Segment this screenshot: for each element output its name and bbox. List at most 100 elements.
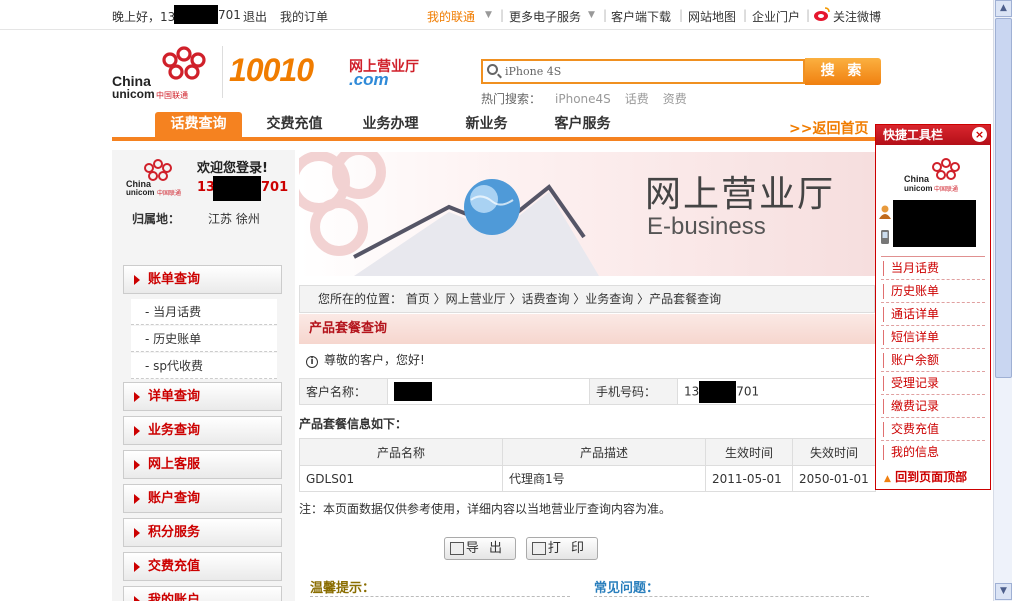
more-services-link[interactable]: 更多电子服务 — [509, 8, 581, 25]
quick-toolbar-header: 快捷工具栏 × — [876, 125, 990, 145]
customer-greeting: i 尊敬的客户，您好! — [306, 351, 425, 368]
nav-tab-recharge[interactable]: 交费充值 — [252, 112, 337, 137]
menu-points[interactable]: 积分服务 — [123, 518, 282, 547]
my-unicom-link[interactable]: 我的联通 — [427, 8, 475, 25]
china-unicom-logo-small: China unicom 中国联通 — [902, 155, 966, 198]
section-title: 产品套餐查询 — [299, 314, 875, 344]
print-icon — [532, 542, 546, 555]
back-to-top-label: 回到页面顶部 — [895, 470, 968, 484]
phone-value: 13 701 — [677, 378, 876, 405]
quick-link-accept-records[interactable]: 受理记录 — [881, 372, 985, 395]
search-icon — [487, 64, 498, 75]
logout-link[interactable]: 退出 — [243, 8, 267, 25]
sub-item-sp-fee[interactable]: - sp代收费 — [131, 353, 277, 379]
table-cell: 2050-01-01 — [792, 465, 876, 492]
china-unicom-logo[interactable]: China unicom 中国联通 — [112, 40, 217, 101]
sub-item-current-bill[interactable]: - 当月话费 — [131, 299, 277, 325]
customer-name-value — [387, 378, 590, 405]
svg-text:unicom: unicom — [904, 184, 932, 193]
quick-link-current-bill[interactable]: 当月话费 — [881, 257, 985, 280]
column-header: 失效时间 — [792, 438, 876, 466]
quick-link-history-bill[interactable]: 历史账单 — [881, 280, 985, 303]
divider: | — [806, 8, 811, 22]
my-orders-link[interactable]: 我的订单 — [280, 8, 328, 25]
quick-link-call-details[interactable]: 通话详单 — [881, 303, 985, 326]
search-box[interactable] — [481, 59, 805, 84]
quick-toolbar-title: 快捷工具栏 — [883, 128, 944, 142]
svg-text:中国联通: 中国联通 — [156, 90, 188, 100]
redacted-phone — [699, 380, 737, 403]
export-button[interactable]: 导 出 — [444, 537, 516, 560]
hot-search-label: 热门搜索： — [481, 92, 542, 106]
menu-detail-query[interactable]: 详单查询 — [123, 382, 282, 411]
quick-link-sms-details[interactable]: 短信详单 — [881, 326, 985, 349]
table-header-row: 产品名称 产品描述 生效时间 失效时间 — [299, 438, 876, 466]
enterprise-portal-link[interactable]: 企业门户 — [752, 8, 800, 25]
info-icon: i — [306, 356, 318, 368]
hot-term-link[interactable]: iPhone4S — [555, 92, 611, 106]
nav-tab-business[interactable]: 业务办理 — [348, 112, 433, 137]
column-header: 生效时间 — [705, 438, 793, 466]
hot-term-link[interactable]: 话费 — [625, 92, 649, 106]
scrollbar[interactable]: ▲ ▼ — [993, 0, 1012, 601]
brand-number-logo[interactable]: 10010 — [229, 52, 314, 89]
menu-business-query[interactable]: 业务查询 — [123, 416, 282, 445]
client-download-link[interactable]: 客户端下载 — [611, 8, 671, 25]
breadcrumb[interactable]: 您所在的位置： 首页 〉网上营业厅 〉话费查询 〉业务查询 〉产品套餐查询 — [299, 285, 875, 313]
menu-online-service[interactable]: 网上客服 — [123, 450, 282, 479]
greeting-text: 晚上好，13 — [112, 10, 176, 24]
menu-recharge[interactable]: 交费充值 — [123, 552, 282, 581]
svg-text:unicom: unicom — [112, 87, 155, 100]
quick-link-recharge[interactable]: 交费充值 — [881, 418, 985, 441]
tips-title: 温馨提示： — [310, 581, 376, 596]
menu-my-account[interactable]: 我的账户 — [123, 586, 282, 601]
quick-link-my-info[interactable]: 我的信息 — [881, 441, 985, 464]
hot-term-link[interactable]: 资费 — [663, 92, 687, 106]
search-input[interactable] — [505, 61, 795, 81]
welcome-panel: China unicom 中国联通 欢迎您登录! 13 701 归属地： 江苏 … — [112, 150, 295, 246]
back-to-top-link[interactable]: ▲ 回到页面顶部 — [884, 468, 967, 485]
faq-title: 常见问题： — [594, 581, 660, 596]
svg-text:China: China — [904, 174, 930, 184]
nav-tab-customer-service[interactable]: 客户服务 — [540, 112, 625, 137]
quick-link-payment-records[interactable]: 缴费记录 — [881, 395, 985, 418]
brand-com-text: .com — [349, 70, 389, 89]
quick-link-balance[interactable]: 账户余额 — [881, 349, 985, 372]
greeting-phone-suffix: 701 — [218, 8, 241, 22]
divider: | — [679, 8, 684, 22]
menu-account-query[interactable]: 账户查询 — [123, 484, 282, 513]
weibo-icon[interactable] — [813, 6, 831, 25]
quick-toolbar: 快捷工具栏 × China unicom 中国联通 当月话费 历史账单 通话详单… — [875, 124, 991, 490]
scroll-up-icon[interactable]: ▲ — [995, 0, 1012, 17]
redacted-name — [394, 382, 432, 401]
arrow-up-icon: ▲ — [884, 474, 891, 484]
divider — [594, 596, 869, 597]
weibo-link[interactable]: 关注微博 — [833, 8, 881, 25]
close-icon[interactable]: × — [972, 127, 987, 142]
sitemap-link[interactable]: 网站地图 — [688, 8, 736, 25]
hot-search: 热门搜索： iPhone4S 话费 资费 — [481, 90, 687, 107]
return-home-link[interactable]: >>返回首页 — [789, 118, 868, 138]
print-button[interactable]: 打 印 — [526, 537, 598, 560]
menu-bill-query[interactable]: 账单查询 — [123, 265, 282, 294]
scroll-thumb[interactable] — [995, 18, 1012, 378]
divider: | — [500, 8, 505, 22]
redacted-phone — [213, 176, 261, 201]
customer-info-table: 客户名称： 手机号码： 13 701 — [299, 378, 876, 405]
sub-item-history-bill[interactable]: - 历史账单 — [131, 326, 277, 352]
nav-tab-new-business[interactable]: 新业务 — [444, 112, 529, 137]
location-value: 江苏 徐州 — [208, 212, 260, 226]
chevron-down-icon[interactable]: ▼ — [588, 10, 595, 20]
redacted-user-info — [893, 200, 976, 247]
chevron-down-icon[interactable]: ▼ — [485, 10, 492, 20]
nav-tab-bill-query[interactable]: 话费查询 — [155, 112, 242, 137]
top-bar: 晚上好，13 701 退出 我的订单 我的联通 ▼ | 更多电子服务 ▼ | 客… — [0, 0, 993, 30]
print-label: 打 印 — [547, 541, 587, 556]
search-button[interactable]: 搜 索 — [805, 58, 881, 85]
redacted-phone — [174, 5, 218, 24]
phone-suffix: 701 — [736, 384, 760, 398]
scroll-down-icon[interactable]: ▼ — [995, 583, 1012, 600]
greeting-text: 尊敬的客户，您好! — [324, 353, 425, 367]
divider: | — [743, 8, 748, 22]
divider: | — [603, 8, 608, 22]
